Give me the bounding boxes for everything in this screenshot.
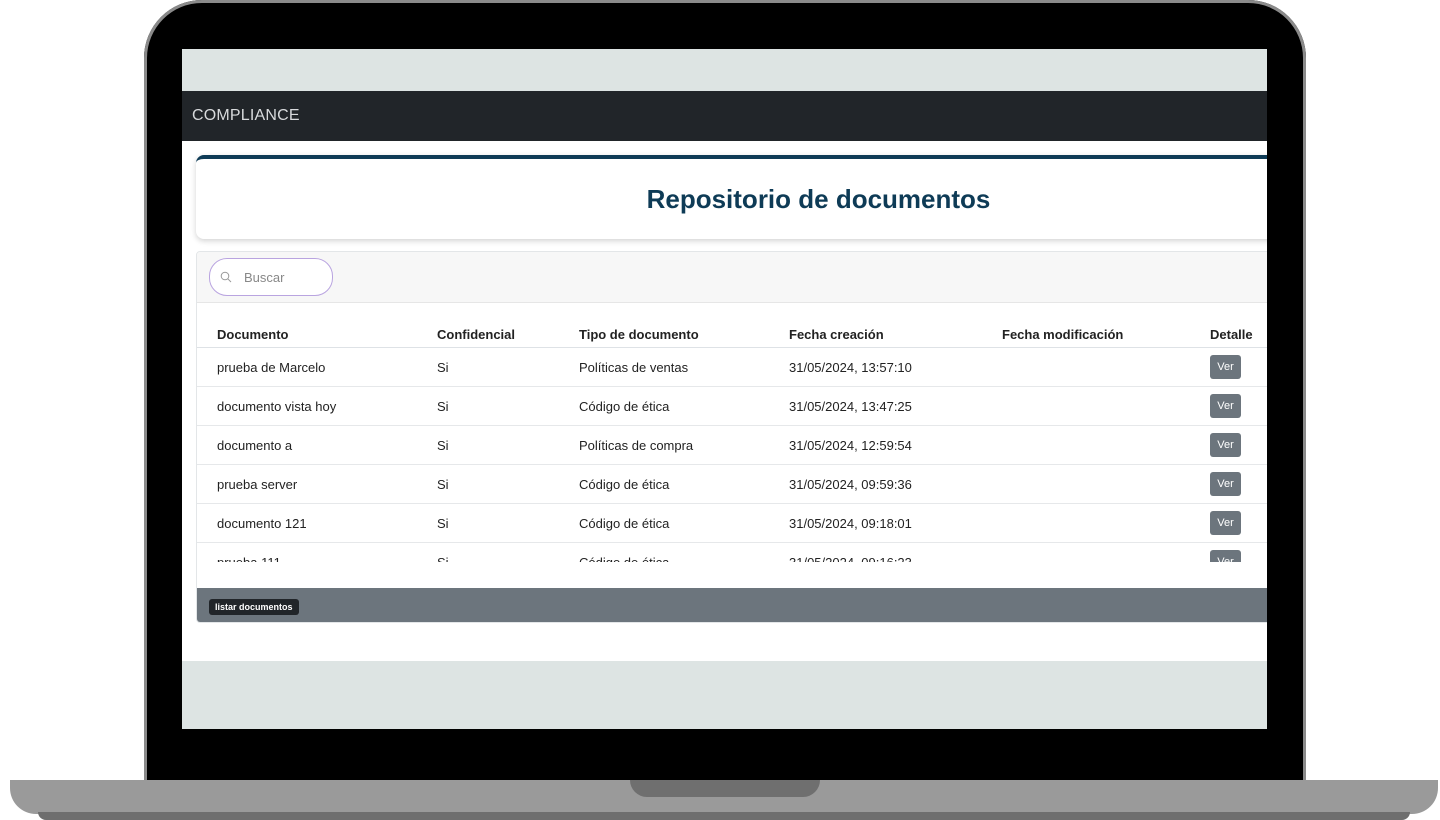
cell-tipo: Código de ética: [559, 503, 769, 543]
card-footer: listar documentos: [197, 588, 1267, 622]
table-row: prueba 111 Si Código de ética 31/05/2024…: [197, 542, 1267, 562]
ver-button[interactable]: Ver: [1210, 394, 1241, 418]
cell-documento: documento 121: [197, 503, 417, 543]
main-content: Repositorio de documentos Documento: [182, 141, 1267, 661]
search-icon: [220, 271, 232, 283]
cell-confidencial: Si: [417, 503, 559, 543]
cell-fecha-creacion: 31/05/2024, 09:59:36: [769, 464, 982, 504]
table-row: documento 121 Si Código de ética 31/05/2…: [197, 503, 1267, 543]
documents-card: Documento Confidencial Tipo de documento…: [196, 251, 1267, 623]
cell-confidencial: Si: [417, 542, 559, 562]
ver-button[interactable]: Ver: [1210, 550, 1241, 562]
cell-fecha-modificacion: [982, 425, 1190, 465]
cell-fecha-modificacion: [982, 347, 1190, 387]
ver-button[interactable]: Ver: [1210, 433, 1241, 457]
cell-detalle: Ver: [1190, 425, 1267, 465]
laptop-base-shadow: [38, 812, 1410, 820]
search-bar: [197, 252, 1267, 303]
screen: COMPLIANCE Repositorio de documentos Bus…: [182, 49, 1267, 729]
header-fecha-creacion: Fecha creación: [769, 322, 982, 348]
header-confidencial: Confidencial: [417, 322, 559, 348]
cell-documento: prueba 111: [197, 542, 417, 562]
cell-fecha-modificacion: [982, 542, 1190, 562]
search-input[interactable]: [242, 268, 326, 286]
table-row: documento a Si Políticas de compra 31/05…: [197, 425, 1267, 465]
navbar: COMPLIANCE: [182, 91, 1267, 141]
brand-logo[interactable]: COMPLIANCE: [192, 107, 300, 125]
ver-button[interactable]: Ver: [1210, 355, 1241, 379]
cell-fecha-creacion: 31/05/2024, 12:59:54: [769, 425, 982, 465]
list-documents-button[interactable]: listar documentos: [209, 599, 299, 615]
page-title: Repositorio de documentos: [646, 183, 991, 214]
bottom-strip: [182, 661, 1267, 729]
ver-button[interactable]: Ver: [1210, 472, 1241, 496]
cell-confidencial: Si: [417, 425, 559, 465]
table-row: prueba de Marcelo Si Políticas de ventas…: [197, 347, 1267, 387]
cell-fecha-modificacion: [982, 503, 1190, 543]
cell-documento: prueba server: [197, 464, 417, 504]
search-box[interactable]: [209, 258, 333, 296]
cell-fecha-creacion: 31/05/2024, 13:57:10: [769, 347, 982, 387]
table-header-row: Documento Confidencial Tipo de documento…: [197, 322, 1267, 348]
header-tipo-documento: Tipo de documento: [559, 322, 769, 348]
title-card: Repositorio de documentos: [196, 155, 1267, 239]
documents-table: Documento Confidencial Tipo de documento…: [197, 322, 1267, 562]
cell-fecha-creacion: 31/05/2024, 09:18:01: [769, 503, 982, 543]
header-fecha-modificacion: Fecha modificación: [982, 322, 1190, 348]
cell-confidencial: Si: [417, 464, 559, 504]
documents-table-wrapper[interactable]: Documento Confidencial Tipo de documento…: [197, 322, 1267, 562]
table-row: documento vista hoy Si Código de ética 3…: [197, 386, 1267, 426]
cell-fecha-modificacion: [982, 386, 1190, 426]
laptop-notch: [630, 780, 820, 797]
cell-tipo: Código de ética: [559, 464, 769, 504]
cell-detalle: Ver: [1190, 386, 1267, 426]
table-row: prueba server Si Código de ética 31/05/2…: [197, 464, 1267, 504]
cell-detalle: Ver: [1190, 542, 1267, 562]
cell-detalle: Ver: [1190, 503, 1267, 543]
cell-confidencial: Si: [417, 386, 559, 426]
ver-button[interactable]: Ver: [1210, 511, 1241, 535]
cell-detalle: Ver: [1190, 464, 1267, 504]
cell-documento: prueba de Marcelo: [197, 347, 417, 387]
cell-fecha-creacion: 31/05/2024, 09:16:23: [769, 542, 982, 562]
cell-fecha-modificacion: [982, 464, 1190, 504]
cell-tipo: Políticas de ventas: [559, 347, 769, 387]
cell-confidencial: Si: [417, 347, 559, 387]
cell-documento: documento vista hoy: [197, 386, 417, 426]
cell-tipo: Código de ética: [559, 542, 769, 562]
cell-detalle: Ver: [1190, 347, 1267, 387]
header-documento: Documento: [197, 322, 417, 348]
cell-tipo: Políticas de compra: [559, 425, 769, 465]
cell-documento: documento a: [197, 425, 417, 465]
header-detalle: Detalle: [1190, 322, 1267, 348]
cell-fecha-creacion: 31/05/2024, 13:47:25: [769, 386, 982, 426]
cell-tipo: Código de ética: [559, 386, 769, 426]
